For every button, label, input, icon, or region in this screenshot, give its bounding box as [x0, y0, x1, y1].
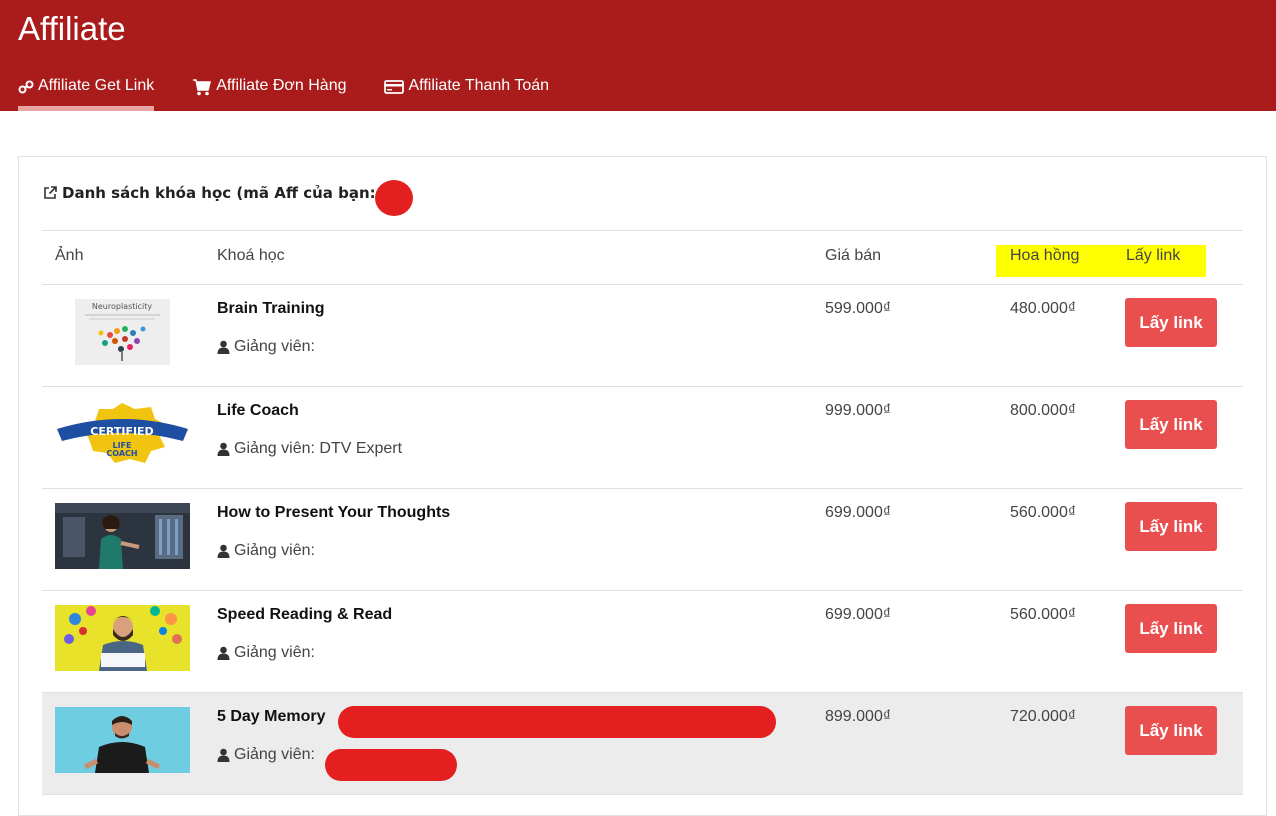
course-thumbnail [55, 605, 190, 671]
external-link-icon [42, 185, 58, 201]
get-link-button[interactable]: Lấy link [1125, 298, 1217, 347]
course-price: 899.000₫ [825, 708, 892, 725]
tab-get-link[interactable]: Affiliate Get Link [18, 74, 155, 111]
table-row: Speed Reading & Read Giảng viên: 699.000… [42, 591, 1243, 693]
column-course: Khoá học [217, 247, 285, 264]
teacher-label: Giảng viên: [234, 338, 315, 355]
course-teacher: Giảng viên: DTV Expert [217, 440, 402, 458]
course-table: Ảnh Khoá học Giá bán Hoa hồng Lấy link N… [42, 230, 1243, 795]
tab-label: Affiliate Thanh Toán [408, 77, 550, 94]
course-commission: 720.000₫ [1010, 708, 1077, 725]
course-price: 699.000₫ [825, 606, 892, 623]
get-link-button[interactable]: Lấy link [1125, 502, 1217, 551]
tab-orders[interactable]: Affiliate Đơn Hàng [192, 74, 346, 111]
page-title: Affiliate [18, 10, 126, 47]
course-teacher: Giảng viên: [217, 338, 315, 356]
course-commission: 480.000₫ [1010, 300, 1077, 317]
tab-bar: Affiliate Get Link Affiliate Đơn Hàng Af… [18, 74, 587, 111]
svg-text:COACH: COACH [106, 449, 137, 458]
link-icon [18, 77, 34, 97]
teacher-label: Giảng viên: [234, 542, 315, 559]
course-commission: 560.000₫ [1010, 606, 1077, 623]
user-icon [217, 442, 230, 456]
course-teacher: Giảng viên: [217, 644, 315, 662]
course-name: 5 Day Memory [217, 708, 326, 725]
column-image: Ảnh [55, 247, 84, 264]
course-thumbnail: CERTIFIED LIFE COACH [55, 401, 190, 467]
panel-heading-text: Danh sách khóa học (mã Aff của bạn: [62, 184, 376, 202]
course-price: 599.000₫ [825, 300, 892, 317]
redaction-mark [325, 749, 457, 781]
teacher-label: Giảng viên: [234, 746, 315, 763]
course-name: Speed Reading & Read [217, 606, 393, 623]
table-row: 5 Day Memory Giảng viên: 899.000₫ 720.00… [42, 693, 1243, 795]
get-link-button[interactable]: Lấy link [1125, 604, 1217, 653]
user-icon [217, 646, 230, 660]
course-price: 699.000₫ [825, 504, 892, 521]
table-row: CERTIFIED LIFE COACH Life Coach Giảng vi… [42, 387, 1243, 489]
course-price: 999.000₫ [825, 402, 892, 419]
get-link-button[interactable]: Lấy link [1125, 400, 1217, 449]
panel-heading: Danh sách khóa học (mã Aff của bạn: [42, 184, 376, 202]
course-commission: 560.000₫ [1010, 504, 1077, 521]
tab-label: Affiliate Get Link [38, 77, 155, 94]
course-thumbnail: Neuroplasticity [75, 299, 170, 365]
course-commission: 800.000₫ [1010, 402, 1077, 419]
course-teacher: Giảng viên: [217, 746, 315, 764]
user-icon [217, 748, 230, 762]
course-name: Life Coach [217, 402, 299, 419]
teacher-label: Giảng viên: [234, 644, 315, 661]
app-header: Affiliate Affiliate Get Link Affiliate Đ… [0, 0, 1276, 111]
get-link-button[interactable]: Lấy link [1125, 706, 1217, 755]
table-row: How to Present Your Thoughts Giảng viên:… [42, 489, 1243, 591]
course-thumbnail [55, 503, 190, 569]
course-name: How to Present Your Thoughts [217, 504, 451, 521]
user-icon [217, 340, 230, 354]
redaction-mark [338, 706, 776, 738]
tab-label: Affiliate Đơn Hàng [216, 77, 347, 94]
thumb-title: Neuroplasticity [92, 302, 152, 311]
column-commission: Hoa hồng [1010, 247, 1080, 264]
teacher-label: Giảng viên: DTV Expert [234, 440, 403, 457]
svg-text:CERTIFIED: CERTIFIED [90, 425, 153, 438]
tab-payments[interactable]: Affiliate Thanh Toán [384, 74, 549, 111]
course-teacher: Giảng viên: [217, 542, 315, 560]
table-header: Ảnh Khoá học Giá bán Hoa hồng Lấy link [42, 230, 1243, 285]
course-thumbnail [55, 707, 190, 773]
table-row: Neuroplasticity Brain Training Giảng viê… [42, 285, 1243, 387]
course-name: Brain Training [217, 300, 325, 317]
user-icon [217, 544, 230, 558]
redaction-mark [375, 180, 413, 216]
credit-card-icon [384, 77, 405, 97]
cart-icon [192, 77, 212, 97]
column-get-link: Lấy link [1126, 247, 1181, 264]
column-price: Giá bán [825, 247, 882, 264]
